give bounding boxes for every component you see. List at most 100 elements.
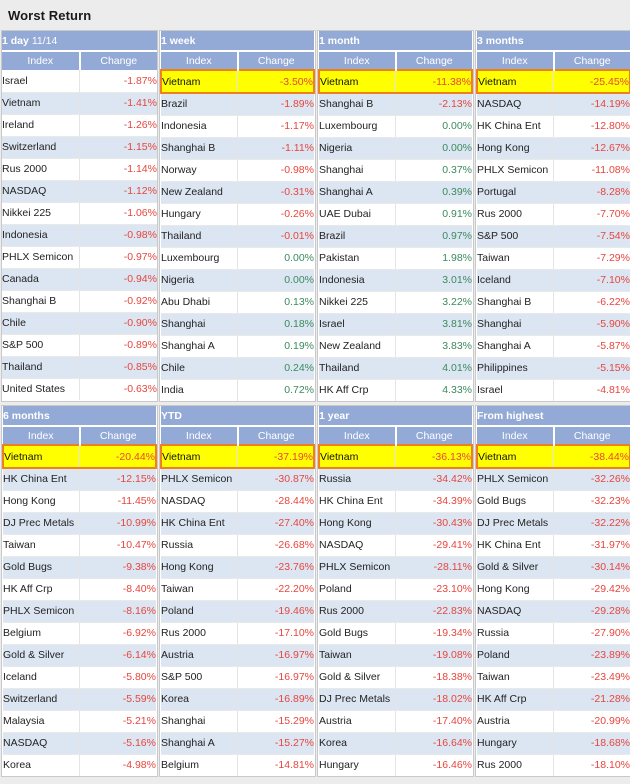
column-header-index[interactable]: Index (477, 51, 555, 70)
table-row-highlighted[interactable]: Vietnam -20.44% (2, 444, 157, 469)
table-row[interactable]: Hong Kong -12.67% (477, 137, 630, 160)
table-row[interactable]: Ireland -1.26% (2, 114, 157, 137)
table-row[interactable]: Poland -23.89% (477, 644, 630, 667)
table-row[interactable]: Austria -20.99% (477, 710, 630, 733)
table-row[interactable]: PHLX Semicon -32.26% (477, 468, 630, 491)
table-row[interactable]: Poland -23.10% (319, 578, 472, 601)
table-row[interactable]: Rus 2000 -18.10% (477, 754, 630, 776)
table-row[interactable]: HK China Ent -12.80% (477, 115, 630, 138)
table-row[interactable]: Hungary -18.68% (477, 732, 630, 755)
table-row[interactable]: NASDAQ -28.44% (161, 490, 314, 513)
column-header-index[interactable]: Index (319, 426, 397, 445)
table-row[interactable]: Russia -34.42% (319, 468, 472, 491)
table-row[interactable]: Korea -4.98% (3, 754, 156, 776)
table-row[interactable]: NASDAQ -29.41% (319, 534, 472, 557)
table-row[interactable]: HK Aff Crp 4.33% (319, 379, 472, 401)
table-row[interactable]: Portugal -8.28% (477, 181, 630, 204)
table-row[interactable]: DJ Prec Metals -32.22% (477, 512, 630, 535)
table-row[interactable]: Taiwan -7.29% (477, 247, 630, 270)
table-row[interactable]: PHLX Semicon -8.16% (3, 600, 156, 623)
table-row[interactable]: DJ Prec Metals -18.02% (319, 688, 472, 711)
table-row[interactable]: New Zealand -0.31% (161, 181, 314, 204)
table-row[interactable]: Switzerland -5.59% (3, 688, 156, 711)
table-row[interactable]: NASDAQ -14.19% (477, 93, 630, 116)
table-row[interactable]: NASDAQ -5.16% (3, 732, 156, 755)
table-row[interactable]: United States -0.63% (2, 378, 157, 400)
table-row[interactable]: PHLX Semicon -11.08% (477, 159, 630, 182)
column-header-index[interactable]: Index (319, 51, 397, 70)
table-row[interactable]: Switzerland -1.15% (2, 136, 157, 159)
table-row[interactable]: Nikkei 225 -1.06% (2, 202, 157, 225)
table-row[interactable]: Pakistan 1.98% (319, 247, 472, 270)
table-row[interactable]: Hungary -0.26% (161, 203, 314, 226)
table-row[interactable]: Thailand -0.85% (2, 356, 157, 379)
table-row[interactable]: NASDAQ -29.28% (477, 600, 630, 623)
table-row-highlighted[interactable]: Vietnam -3.50% (160, 69, 315, 94)
table-row[interactable]: S&P 500 -0.89% (2, 334, 157, 357)
table-row[interactable]: S&P 500 -7.54% (477, 225, 630, 248)
table-row[interactable]: Shanghai 0.37% (319, 159, 472, 182)
table-row[interactable]: Hong Kong -29.42% (477, 578, 630, 601)
table-row-highlighted[interactable]: Vietnam -25.45% (476, 69, 630, 94)
table-row-highlighted[interactable]: Vietnam -11.38% (318, 69, 473, 94)
column-header-change[interactable]: Change (553, 51, 630, 70)
table-row-highlighted[interactable]: Vietnam -37.19% (160, 444, 315, 469)
table-row[interactable]: Shanghai -5.90% (477, 313, 630, 336)
table-row[interactable]: Taiwan -10.47% (3, 534, 156, 557)
table-row[interactable]: PHLX Semicon -30.87% (161, 468, 314, 491)
table-row[interactable]: Austria -17.40% (319, 710, 472, 733)
table-row[interactable]: Nikkei 225 3.22% (319, 291, 472, 314)
column-header-change[interactable]: Change (237, 426, 314, 445)
table-row[interactable]: New Zealand 3.83% (319, 335, 472, 358)
table-row[interactable]: Shanghai A 0.19% (161, 335, 314, 358)
table-row[interactable]: HK China Ent -27.40% (161, 512, 314, 535)
table-row[interactable]: Vietnam -1.41% (2, 92, 157, 115)
column-header-change[interactable]: Change (79, 426, 156, 445)
column-header-index[interactable]: Index (161, 51, 239, 70)
table-row[interactable]: Nigeria 0.00% (319, 137, 472, 160)
table-row[interactable]: Indonesia -0.98% (2, 224, 157, 247)
table-row[interactable]: Gold & Silver -30.14% (477, 556, 630, 579)
table-row[interactable]: Belgium -6.92% (3, 622, 156, 645)
table-row[interactable]: Shanghai A -15.27% (161, 732, 314, 755)
table-row[interactable]: Abu Dhabi 0.13% (161, 291, 314, 314)
table-row[interactable]: Taiwan -22.20% (161, 578, 314, 601)
table-row[interactable]: Austria -16.97% (161, 644, 314, 667)
table-row[interactable]: HK Aff Crp -8.40% (3, 578, 156, 601)
table-row[interactable]: Korea -16.64% (319, 732, 472, 755)
table-row[interactable]: HK China Ent -12.15% (3, 468, 156, 491)
table-row[interactable]: Luxembourg 0.00% (161, 247, 314, 270)
table-row[interactable]: Korea -16.89% (161, 688, 314, 711)
table-row[interactable]: Thailand 4.01% (319, 357, 472, 380)
table-row[interactable]: UAE Dubai 0.91% (319, 203, 472, 226)
table-row[interactable]: PHLX Semicon -0.97% (2, 246, 157, 269)
table-row[interactable]: Norway -0.98% (161, 159, 314, 182)
table-row[interactable]: S&P 500 -16.97% (161, 666, 314, 689)
table-row[interactable]: Brazil -1.89% (161, 93, 314, 116)
table-row[interactable]: NASDAQ -1.12% (2, 180, 157, 203)
table-row[interactable]: Hungary -16.46% (319, 754, 472, 776)
table-row[interactable]: India 0.72% (161, 379, 314, 401)
table-row[interactable]: Indonesia 3.01% (319, 269, 472, 292)
table-row[interactable]: Shanghai -15.29% (161, 710, 314, 733)
column-header-change[interactable]: Change (79, 51, 157, 70)
table-row[interactable]: Shanghai B -6.22% (477, 291, 630, 314)
table-row[interactable]: Shanghai B -2.13% (319, 93, 472, 116)
table-row[interactable]: Rus 2000 -17.10% (161, 622, 314, 645)
table-row[interactable]: Chile 0.24% (161, 357, 314, 380)
table-row[interactable]: Indonesia -1.17% (161, 115, 314, 138)
table-row[interactable]: Taiwan -23.49% (477, 666, 630, 689)
table-row[interactable]: Nigeria 0.00% (161, 269, 314, 292)
table-row[interactable]: Philippines -5.15% (477, 357, 630, 380)
table-row[interactable]: Shanghai A 0.39% (319, 181, 472, 204)
table-row[interactable]: DJ Prec Metals -10.99% (3, 512, 156, 535)
column-header-index[interactable]: Index (161, 426, 239, 445)
table-row[interactable]: Israel 3.81% (319, 313, 472, 336)
table-row[interactable]: Russia -27.90% (477, 622, 630, 645)
table-row-highlighted[interactable]: Vietnam -38.44% (476, 444, 630, 469)
column-header-index[interactable]: Index (2, 51, 81, 70)
table-row[interactable]: Poland -19.46% (161, 600, 314, 623)
table-row[interactable]: Shanghai B -1.11% (161, 137, 314, 160)
table-row[interactable]: Chile -0.90% (2, 312, 157, 335)
table-row[interactable]: Thailand -0.01% (161, 225, 314, 248)
